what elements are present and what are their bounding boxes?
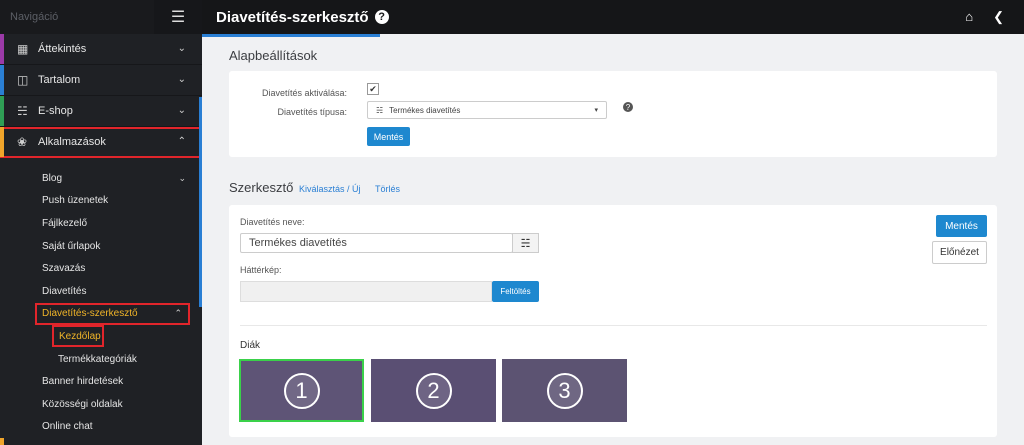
submenu-item-forms[interactable]: Saját űrlapok bbox=[0, 234, 202, 258]
nav-header: Navigáció ☰ bbox=[0, 0, 202, 34]
type-select-value: Termékes diavetítés bbox=[389, 105, 461, 115]
submenu-item-social[interactable]: Közösségi oldalak bbox=[0, 392, 202, 416]
submenu-item-blog[interactable]: Blog ⌄ bbox=[0, 167, 202, 190]
divider bbox=[240, 325, 987, 326]
layout-icon: ◫ bbox=[17, 73, 29, 87]
submenu-label: Termékkategóriák bbox=[58, 353, 137, 365]
nav-item-label: Alkalmazások bbox=[38, 136, 106, 148]
home-icon[interactable]: ⌂ bbox=[965, 9, 973, 25]
enable-label: Diavetítés aktiválása: bbox=[261, 88, 347, 98]
select-new-link[interactable]: Kiválasztás / Új bbox=[299, 184, 361, 194]
section-title-editor: Szerkesztő bbox=[229, 180, 294, 195]
submenu-label: Diavetítés bbox=[42, 285, 87, 297]
submenu: Blog ⌄ Push üzenetek Fájlkezelő Saját űr… bbox=[0, 167, 202, 445]
slide-thumbnail[interactable]: 1 bbox=[239, 359, 364, 422]
submenu-label: Saját űrlapok bbox=[42, 240, 101, 252]
slide-thumbnail[interactable]: 3 bbox=[502, 359, 627, 422]
basket-icon: ☵ bbox=[376, 105, 384, 115]
basic-save-button[interactable]: Mentés bbox=[367, 127, 410, 146]
submenu-label: Banner hirdetések bbox=[42, 376, 124, 388]
submenu-label: Blog bbox=[42, 172, 63, 184]
help-icon[interactable]: ? bbox=[623, 102, 633, 112]
sidebar: Navigáció ☰ ▦ Áttekintés ⌄ ◫ Tartalom ⌄ … bbox=[0, 0, 202, 445]
caret-down-icon: ▾ bbox=[594, 107, 598, 114]
chevron-up-icon: ⌃ bbox=[177, 136, 186, 147]
submenu-label: Diavetítés-szerkesztő bbox=[42, 308, 138, 320]
top-bar: Diavetítés-szerkesztő ? ⌂ ❮ bbox=[202, 0, 1024, 37]
editor-save-button[interactable]: Mentés bbox=[936, 215, 987, 237]
submenu-item-push[interactable]: Push üzenetek bbox=[0, 189, 202, 213]
slide-number: 1 bbox=[283, 372, 320, 409]
nav-item-attekintes[interactable]: ▦ Áttekintés ⌄ bbox=[0, 34, 202, 65]
submenu-label: Push üzenetek bbox=[42, 195, 109, 207]
basket-icon[interactable]: ☵ bbox=[512, 233, 539, 253]
basket-icon: ☵ bbox=[17, 104, 28, 118]
slides-label: Diák bbox=[240, 340, 261, 351]
help-icon[interactable]: ? bbox=[374, 10, 389, 24]
upload-button[interactable]: Feltöltés bbox=[492, 281, 539, 302]
enable-checkbox[interactable]: ✔ bbox=[367, 83, 379, 95]
nav-item-label: Tartalom bbox=[38, 74, 81, 86]
chevron-left-icon[interactable]: ❮ bbox=[993, 9, 1004, 25]
submenu-item-banner[interactable]: Banner hirdetések bbox=[0, 370, 202, 393]
submenu-item-chat[interactable]: Online chat bbox=[0, 415, 202, 439]
grid-icon: ▦ bbox=[17, 42, 29, 56]
name-label: Diavetítés neve: bbox=[240, 217, 305, 227]
nav-item-label: Áttekintés bbox=[38, 43, 87, 55]
slide-number: 3 bbox=[546, 372, 583, 409]
submenu-label: Fájlkezelő bbox=[42, 217, 88, 229]
sidebar-scrollbar[interactable] bbox=[199, 97, 202, 307]
submenu-item-files[interactable]: Fájlkezelő bbox=[0, 212, 202, 235]
slide-number: 2 bbox=[415, 372, 452, 409]
submenu-label: Közösségi oldalak bbox=[42, 398, 123, 410]
chevron-down-icon: ⌄ bbox=[177, 43, 186, 54]
apps-icon: ❀ bbox=[17, 135, 28, 149]
bg-file-input[interactable] bbox=[240, 281, 492, 302]
slide-thumbnail[interactable]: 2 bbox=[371, 359, 496, 422]
submenu-label: Kezdőlap bbox=[59, 330, 101, 342]
preview-button[interactable]: Előnézet bbox=[932, 241, 987, 264]
title-underline bbox=[202, 34, 380, 37]
type-label: Diavetítés típusa: bbox=[277, 107, 347, 117]
nav-item-label: E-shop bbox=[38, 105, 73, 117]
name-input-value: Termékes diavetítés bbox=[249, 237, 347, 249]
chevron-down-icon: ⌄ bbox=[178, 172, 186, 183]
hamburger-icon[interactable]: ☰ bbox=[154, 0, 202, 34]
chevron-up-icon: ⌃ bbox=[174, 308, 182, 319]
page-title-text: Diavetítés-szerkesztő bbox=[216, 8, 369, 26]
submenu-label: Szavazás bbox=[42, 263, 86, 275]
basic-settings-panel: Diavetítés aktiválása: ✔ Diavetítés típu… bbox=[229, 71, 997, 157]
chevron-down-icon: ⌄ bbox=[177, 74, 186, 85]
submenu-item-vote[interactable]: Szavazás bbox=[0, 257, 202, 280]
submenu-item-home[interactable]: Kezdőlap bbox=[0, 325, 202, 348]
submenu-label: Online chat bbox=[42, 421, 93, 433]
submenu-item-categories[interactable]: Termékkategóriák bbox=[0, 347, 202, 371]
submenu-item-editor[interactable]: Diavetítés-szerkesztő ⌃ bbox=[0, 302, 202, 326]
section-title-basic: Alapbeállítások bbox=[229, 48, 318, 63]
nav-item-tartalom[interactable]: ◫ Tartalom ⌄ bbox=[0, 65, 202, 96]
bg-label: Háttérkép: bbox=[240, 265, 282, 275]
nav-title: Navigáció bbox=[10, 11, 59, 23]
page-title: Diavetítés-szerkesztő ? bbox=[202, 9, 389, 26]
chevron-down-icon: ⌄ bbox=[177, 105, 186, 116]
name-input[interactable]: Termékes diavetítés bbox=[240, 233, 513, 253]
type-select[interactable]: ☵ Termékes diavetítés ▾ bbox=[367, 101, 607, 119]
delete-link[interactable]: Törlés bbox=[375, 184, 400, 194]
nav-item-eshop[interactable]: ☵ E-shop ⌄ bbox=[0, 96, 202, 127]
nav-item-alkalmazasok[interactable]: ❀ Alkalmazások ⌃ bbox=[0, 127, 202, 158]
submenu-item-slideshow[interactable]: Diavetítés bbox=[0, 279, 202, 303]
